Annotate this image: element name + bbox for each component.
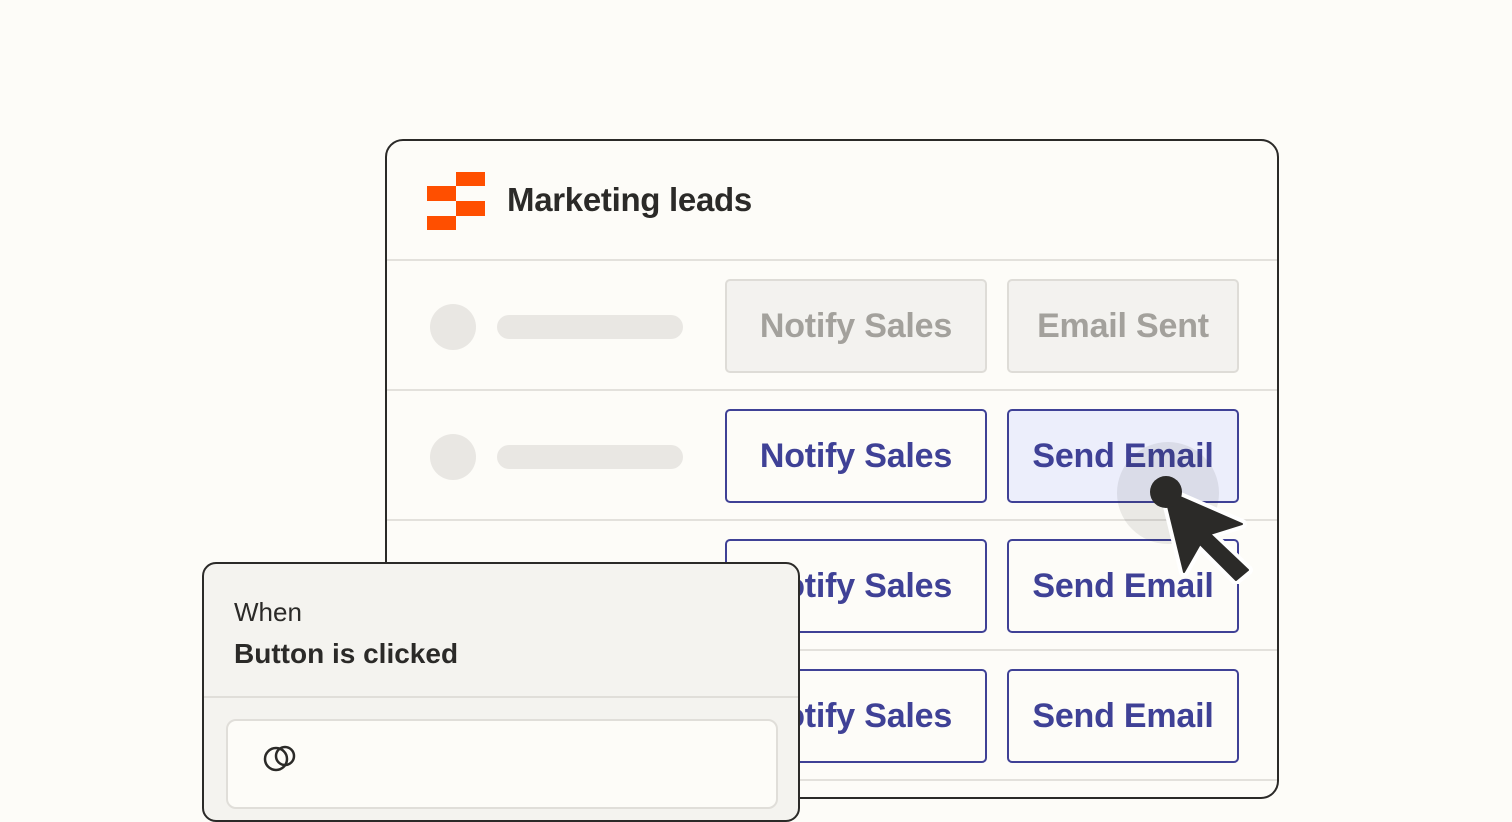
trigger-label: When <box>234 597 302 627</box>
trigger-header: When Button is clicked <box>204 564 798 698</box>
notify-sales-button[interactable]: Notify Sales <box>725 409 987 503</box>
avatar-placeholder <box>430 304 476 350</box>
avatar-placeholder <box>430 434 476 480</box>
trigger-app-field[interactable] <box>226 719 778 809</box>
text-placeholder <box>497 315 683 339</box>
text-placeholder <box>497 445 683 469</box>
send-email-button[interactable]: Send Email <box>1007 669 1239 763</box>
notify-sales-button[interactable]: Notify Sales <box>725 279 987 373</box>
table-header: Marketing leads <box>387 141 1277 261</box>
trigger-value: Button is clicked <box>234 638 459 669</box>
arrow-cursor-icon <box>1150 476 1253 584</box>
email-sent-button[interactable]: Email Sent <box>1007 279 1239 373</box>
table-title: Marketing leads <box>507 181 752 218</box>
app-icon <box>263 745 296 772</box>
table-row: Notify Sales Email Sent <box>387 261 1277 391</box>
brand-logo-icon <box>427 172 485 230</box>
trigger-panel: When Button is clicked <box>202 562 800 822</box>
